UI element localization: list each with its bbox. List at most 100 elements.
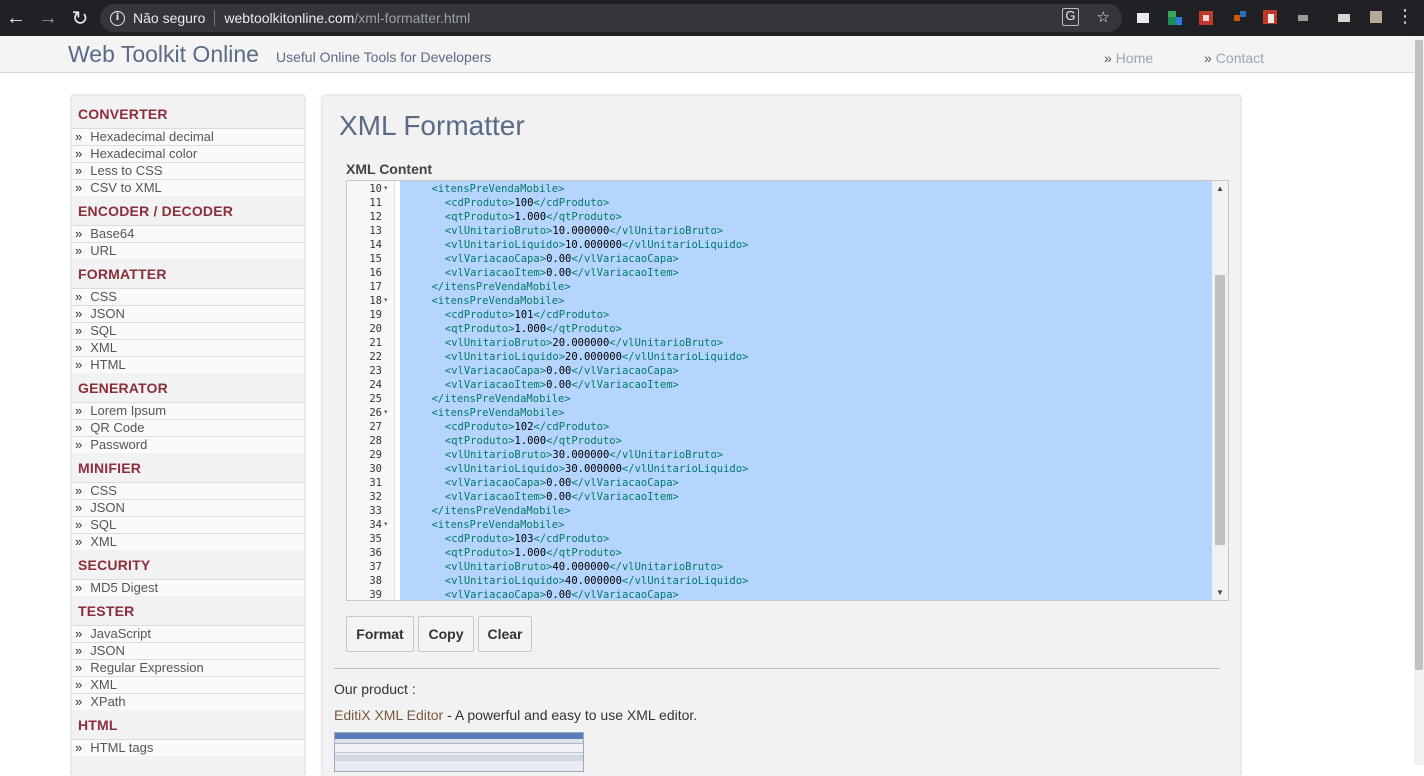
- code-line[interactable]: <qtProduto>1.000</qtProduto>: [445, 210, 622, 224]
- info-icon[interactable]: i: [110, 10, 125, 26]
- editor-scrollbar[interactable]: ▲ ▼: [1212, 181, 1228, 600]
- editor-scrollbar-thumb[interactable]: [1215, 275, 1225, 545]
- code-line[interactable]: <vlUnitarioBruto>30.000000</vlUnitarioBr…: [445, 448, 723, 462]
- fold-toggle-icon[interactable]: ▾: [384, 182, 388, 196]
- code-line[interactable]: <cdProduto>100</cdProduto>: [445, 196, 609, 210]
- sidebar-item[interactable]: » Base64: [72, 225, 304, 242]
- format-button[interactable]: Format: [346, 616, 414, 652]
- code-line[interactable]: <itensPreVendaMobile>: [432, 182, 565, 196]
- extension-icon[interactable]: [1232, 9, 1250, 27]
- sidebar-item[interactable]: » Regular Expression: [72, 659, 304, 676]
- code-line[interactable]: </itensPreVendaMobile>: [432, 392, 571, 406]
- extension-icon[interactable]: [1136, 9, 1154, 27]
- product-screenshot[interactable]: [334, 732, 584, 772]
- divider: [334, 668, 1220, 669]
- code-line[interactable]: <vlUnitarioLiquido>40.000000</vlUnitario…: [445, 574, 748, 588]
- sidebar-item[interactable]: » CSS: [72, 288, 304, 305]
- code-line[interactable]: <itensPreVendaMobile>: [432, 294, 565, 308]
- code-line[interactable]: <cdProduto>103</cdProduto>: [445, 532, 609, 546]
- code-line[interactable]: <vlUnitarioBruto>40.000000</vlUnitarioBr…: [445, 560, 723, 574]
- scroll-up-icon[interactable]: ▲: [1216, 184, 1224, 193]
- code-line[interactable]: <vlVariacaoCapa>0.00</vlVariacaoCapa>: [445, 364, 679, 378]
- extension-icon[interactable]: [1368, 9, 1386, 27]
- line-number: 29: [369, 449, 382, 461]
- copy-button[interactable]: Copy: [418, 616, 474, 652]
- sidebar-item[interactable]: » MD5 Digest: [72, 579, 304, 596]
- line-number: 27: [369, 421, 382, 433]
- extension-icon[interactable]: [1296, 9, 1314, 27]
- bookmark-star-icon[interactable]: ☆: [1097, 8, 1110, 26]
- sidebar-item[interactable]: » Less to CSS: [72, 162, 304, 179]
- code-line[interactable]: <vlUnitarioBruto>20.000000</vlUnitarioBr…: [445, 336, 723, 350]
- bullet-icon: »: [75, 129, 83, 144]
- sidebar-section-title: ENCODER / DECODER: [78, 203, 234, 219]
- code-line[interactable]: <vlVariacaoItem>0.00</vlVariacaoItem>: [445, 378, 679, 392]
- sidebar-item[interactable]: » JavaScript: [72, 625, 304, 642]
- nav-contact[interactable]: » Contact: [1204, 50, 1264, 66]
- sidebar-item[interactable]: » HTML: [72, 356, 304, 373]
- scroll-down-icon[interactable]: ▼: [1216, 588, 1224, 597]
- back-icon[interactable]: ←: [0, 0, 32, 36]
- product-link[interactable]: EditiX XML Editor: [334, 707, 443, 723]
- xml-editor[interactable]: 10 ▾ <itensPreVendaMobile> 11 <cdProduto>100…: [346, 180, 1229, 601]
- site-title[interactable]: Web Toolkit Online: [68, 41, 259, 68]
- code-line[interactable]: <cdProduto>101</cdProduto>: [445, 308, 609, 322]
- sidebar-item[interactable]: » Lorem Ipsum: [72, 402, 304, 419]
- bullet-icon: »: [75, 580, 83, 595]
- code-line[interactable]: </itensPreVendaMobile>: [432, 280, 571, 294]
- code-line[interactable]: <cdProduto>102</cdProduto>: [445, 420, 609, 434]
- code-line[interactable]: <itensPreVendaMobile>: [432, 406, 565, 420]
- sidebar-item[interactable]: » JSON: [72, 642, 304, 659]
- code-line[interactable]: <vlVariacaoCapa>0.00</vlVariacaoCapa>: [445, 252, 679, 266]
- nav-home[interactable]: » Home: [1104, 50, 1153, 66]
- reload-icon[interactable]: ↻: [64, 0, 96, 36]
- code-line[interactable]: <vlVariacaoCapa>0.00</vlVariacaoCapa>: [445, 476, 679, 490]
- code-line[interactable]: <vlVariacaoItem>0.00</vlVariacaoItem>: [445, 490, 679, 504]
- sidebar-item[interactable]: » CSS: [72, 482, 304, 499]
- code-line[interactable]: </itensPreVendaMobile>: [432, 504, 571, 518]
- sidebar-item[interactable]: » XML: [72, 676, 304, 693]
- extension-icon[interactable]: [1336, 9, 1354, 27]
- sidebar-item[interactable]: » JSON: [72, 305, 304, 322]
- address-bar[interactable]: i Não seguro webtoolkitonline.com/xml-fo…: [100, 4, 1122, 32]
- code-line[interactable]: <vlUnitarioLiquido>20.000000</vlUnitario…: [445, 350, 748, 364]
- sidebar-item[interactable]: » Hexadecimal color: [72, 145, 304, 162]
- forward-icon[interactable]: →: [32, 0, 64, 36]
- extension-icon[interactable]: [1262, 9, 1280, 27]
- code-line[interactable]: <vlVariacaoItem>0.00</vlVariacaoItem>: [445, 266, 679, 280]
- translate-icon[interactable]: G: [1062, 8, 1079, 26]
- code-line[interactable]: <vlUnitarioLiquido>10.000000</vlUnitario…: [445, 238, 748, 252]
- sidebar-item[interactable]: » SQL: [72, 516, 304, 533]
- bullet-icon: »: [75, 420, 83, 435]
- code-line[interactable]: <vlVariacaoCapa>0.00</vlVariacaoCapa>: [445, 588, 679, 600]
- page-scrollbar[interactable]: [1414, 36, 1424, 765]
- sidebar-item[interactable]: » SQL: [72, 322, 304, 339]
- code-line[interactable]: <vlUnitarioBruto>10.000000</vlUnitarioBr…: [445, 224, 723, 238]
- page-scrollbar-thumb[interactable]: [1415, 40, 1423, 670]
- extension-icon[interactable]: [1198, 9, 1216, 27]
- code-line[interactable]: <vlUnitarioLiquido>30.000000</vlUnitario…: [445, 462, 748, 476]
- clear-button[interactable]: Clear: [478, 616, 532, 652]
- sidebar-item[interactable]: » XPath: [72, 693, 304, 710]
- sidebar-item[interactable]: » Password: [72, 436, 304, 453]
- browser-menu-icon[interactable]: ⋮: [1396, 7, 1414, 27]
- sidebar-item[interactable]: » HTML tags: [72, 739, 304, 756]
- sidebar-item[interactable]: » QR Code: [72, 419, 304, 436]
- code-line[interactable]: <itensPreVendaMobile>: [432, 518, 565, 532]
- sidebar-item[interactable]: » Hexadecimal decimal: [72, 128, 304, 145]
- code-line[interactable]: <qtProduto>1.000</qtProduto>: [445, 434, 622, 448]
- extension-icon[interactable]: [1166, 9, 1184, 27]
- fold-toggle-icon[interactable]: ▾: [384, 518, 388, 532]
- code-line[interactable]: <qtProduto>1.000</qtProduto>: [445, 546, 622, 560]
- sidebar-item[interactable]: » CSV to XML: [72, 179, 304, 196]
- bullet-icon: »: [75, 340, 83, 355]
- fold-toggle-icon[interactable]: ▾: [384, 406, 388, 420]
- sidebar-item[interactable]: » XML: [72, 533, 304, 550]
- sidebar-item-label: Hexadecimal color: [90, 146, 198, 161]
- code-line[interactable]: <qtProduto>1.000</qtProduto>: [445, 322, 622, 336]
- sidebar-item-label: XPath: [90, 694, 126, 709]
- fold-toggle-icon[interactable]: ▾: [384, 294, 388, 308]
- sidebar-item[interactable]: » JSON: [72, 499, 304, 516]
- sidebar-item[interactable]: » XML: [72, 339, 304, 356]
- sidebar-item[interactable]: » URL: [72, 242, 304, 259]
